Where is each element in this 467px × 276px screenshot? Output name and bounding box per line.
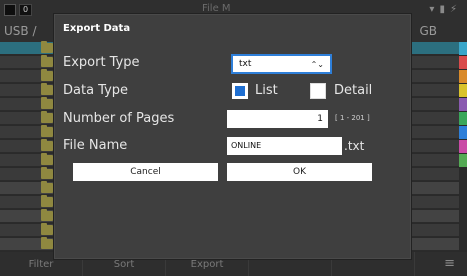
folder-icon xyxy=(41,167,53,179)
folder-icon xyxy=(41,237,53,249)
file-name-input[interactable]: ONLINE xyxy=(227,137,342,155)
ok-button[interactable]: OK xyxy=(227,163,372,181)
pages-input[interactable]: 1 xyxy=(227,110,328,128)
folder-icon xyxy=(41,195,53,207)
detail-option-label: Detail xyxy=(334,83,373,98)
export-type-label: Export Type xyxy=(63,55,140,70)
color-tag xyxy=(459,70,467,83)
folder-icon xyxy=(41,139,53,151)
color-tag xyxy=(459,154,467,167)
color-tag xyxy=(459,112,467,125)
folder-icon xyxy=(41,41,53,53)
power-icon: ⚡ xyxy=(449,4,457,15)
color-tag xyxy=(459,126,467,139)
list-icon[interactable]: ≡ xyxy=(444,256,455,271)
storage-icon: ▮ xyxy=(439,4,445,15)
size-label: GB xyxy=(419,24,437,38)
status-icons: 0 xyxy=(4,4,32,16)
dialog-title: Export Data xyxy=(63,23,131,34)
list-checkbox[interactable] xyxy=(232,83,248,99)
stop-icon xyxy=(4,4,16,16)
folder-icon xyxy=(41,181,53,193)
chevron-updown-icon: ⌃⌄ xyxy=(310,59,324,69)
color-tag xyxy=(459,42,467,55)
color-tag xyxy=(459,84,467,97)
folder-icon xyxy=(41,97,53,109)
signal-icon: ▾ xyxy=(429,4,435,15)
file-extension: .txt xyxy=(344,139,365,153)
folder-icon xyxy=(41,153,53,165)
pages-range: [ 1 - 201 ] xyxy=(335,114,370,122)
system-icons: ▾ ▮ ⚡ xyxy=(429,4,457,15)
data-type-label: Data Type xyxy=(63,83,129,98)
folder-icon xyxy=(41,55,53,67)
list-option-label: List xyxy=(255,83,278,98)
status-badge: 0 xyxy=(19,4,32,16)
file-name-label: File Name xyxy=(63,138,128,153)
export-dialog: Export Data Export Type txt ⌃⌄ Data Type… xyxy=(54,14,411,259)
folder-icon xyxy=(41,209,53,221)
path-label: USB / xyxy=(4,24,37,38)
folder-icon xyxy=(41,69,53,81)
folder-icon xyxy=(41,83,53,95)
folder-icon xyxy=(41,223,53,235)
screen: 0 File M USB / ▾ ▮ ⚡ GB Filter Sort Export… xyxy=(0,0,467,276)
detail-checkbox[interactable] xyxy=(310,83,326,99)
export-type-select[interactable]: txt ⌃⌄ xyxy=(231,54,332,74)
folder-icon xyxy=(41,125,53,137)
background-title: File M xyxy=(202,3,231,14)
cancel-button[interactable]: Cancel xyxy=(73,163,218,181)
folder-icon xyxy=(41,111,53,123)
color-tag xyxy=(459,98,467,111)
export-type-value: txt xyxy=(239,59,252,69)
pages-label: Number of Pages xyxy=(63,111,175,126)
color-tag xyxy=(459,140,467,153)
color-tag xyxy=(459,56,467,69)
